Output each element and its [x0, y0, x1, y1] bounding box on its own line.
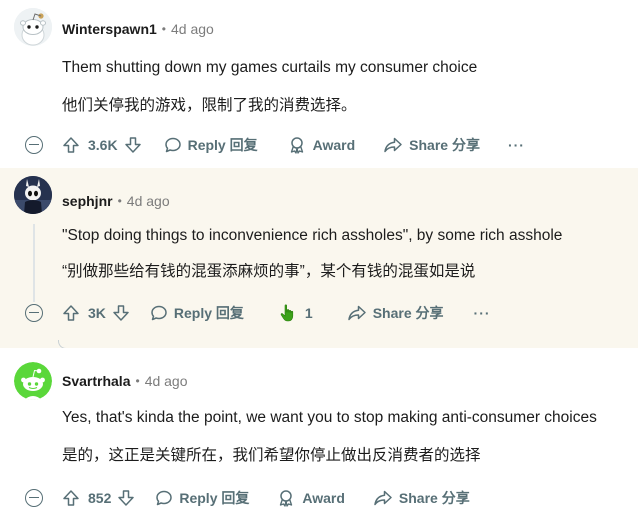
comment-body-zh: 是的，这正是关键所在，我们希望你停止做出反消费者的选择	[62, 447, 481, 464]
award-ribbon-icon	[290, 137, 303, 154]
reply-label: Reply 回复	[173, 305, 244, 321]
downvote-button[interactable]	[112, 304, 130, 322]
upvote-button[interactable]	[62, 136, 80, 154]
comment-age[interactable]: 4d ago	[127, 193, 170, 209]
award-label: Award	[312, 137, 356, 153]
reply-label: Reply 回复	[187, 137, 258, 153]
speech-bubble-icon	[151, 305, 167, 321]
comment-meta: sephjnr • 4d ago	[62, 193, 170, 209]
arrow-down-icon	[124, 137, 141, 153]
upvote-button[interactable]	[62, 489, 80, 507]
meta-separator: •	[135, 374, 140, 388]
comment-actions: 3K Reply 回复 1 Share 分享 ···	[62, 300, 491, 326]
comment-svartrhala: Svartrhala • 4d ago Yes, that's kinda th…	[0, 348, 638, 511]
arrow-up-icon	[63, 137, 79, 153]
collapse-minus-icon[interactable]	[25, 136, 43, 154]
collapse-minus-icon[interactable]	[25, 304, 43, 322]
vote-count: 852	[88, 490, 112, 506]
snoo-avatar-icon	[14, 8, 52, 46]
reply-button[interactable]: Reply 回复	[150, 303, 244, 323]
downvote-button[interactable]	[124, 136, 142, 154]
comment-thread: Winterspawn1 • 4d ago Them shutting down…	[0, 0, 638, 511]
more-options-button[interactable]: ···	[474, 305, 491, 321]
author-name[interactable]: Winterspawn1	[62, 21, 157, 37]
share-arrow-icon	[347, 305, 366, 321]
meta-separator: •	[161, 22, 166, 36]
collapse-minus-icon[interactable]	[25, 489, 43, 507]
comment-meta: Winterspawn1 • 4d ago	[62, 21, 214, 37]
reply-button[interactable]: Reply 回复	[155, 488, 249, 508]
upvote-button[interactable]	[62, 304, 80, 322]
share-label: Share 分享	[409, 137, 480, 153]
avatar[interactable]	[14, 176, 52, 214]
share-label: Share 分享	[398, 490, 470, 506]
downvote-button[interactable]	[117, 489, 135, 507]
share-label: Share 分享	[372, 305, 444, 321]
vote-count: 3.6K	[88, 137, 118, 153]
award-button[interactable]: Award	[277, 489, 345, 507]
award-count: 1	[304, 305, 313, 321]
vote-count: 3K	[88, 305, 106, 321]
comment-meta: Svartrhala • 4d ago	[62, 373, 188, 389]
award-button[interactable]: Award	[288, 136, 356, 154]
arrow-up-icon	[63, 305, 79, 321]
snoo-avatar-icon	[14, 362, 52, 400]
avatar[interactable]	[14, 8, 52, 46]
author-name[interactable]: Svartrhala	[62, 373, 130, 389]
arrow-up-icon	[63, 490, 79, 506]
award-label: Award	[302, 490, 345, 506]
comment-age[interactable]: 4d ago	[145, 373, 188, 389]
comment-winterspawn1: Winterspawn1 • 4d ago Them shutting down…	[0, 0, 638, 168]
thread-line[interactable]	[33, 224, 35, 302]
comment-body-en: "Stop doing things to inconvenience rich…	[62, 227, 563, 244]
share-arrow-icon	[374, 490, 392, 506]
comment-body-en: Them shutting down my games curtails my …	[62, 59, 478, 76]
comment-body-zh: 他们关停我的游戏，限制了我的消费选择。	[62, 97, 357, 114]
share-button[interactable]: Share 分享	[383, 135, 480, 155]
speech-bubble-icon	[156, 490, 173, 506]
share-button[interactable]: Share 分享	[373, 488, 470, 508]
award-ribbon-icon	[280, 490, 293, 507]
meta-separator: •	[117, 194, 122, 208]
comment-sephjnr: sephjnr • 4d ago "Stop doing things to i…	[0, 168, 638, 349]
comment-body-zh: “别做那些给有钱的混蛋添麻烦的事”，某个有钱的混蛋如是说	[62, 263, 476, 280]
comment-age[interactable]: 4d ago	[171, 21, 214, 37]
hand-award-icon	[280, 304, 294, 322]
more-options-button[interactable]: ···	[508, 137, 525, 153]
speech-bubble-icon	[164, 137, 181, 153]
arrow-down-icon	[118, 490, 135, 506]
share-arrow-icon	[384, 137, 402, 153]
avatar[interactable]	[14, 362, 52, 400]
comment-body-en: Yes, that's kinda the point, we want you…	[62, 409, 597, 426]
arrow-down-icon	[113, 305, 129, 321]
hollow-knight-avatar-icon	[14, 176, 52, 214]
reply-button[interactable]: Reply 回复	[164, 135, 258, 155]
award-button[interactable]: 1	[278, 303, 313, 323]
author-name[interactable]: sephjnr	[62, 193, 113, 209]
share-button[interactable]: Share 分享	[347, 303, 444, 323]
comment-actions: 852 Reply 回复 Award Share 分享	[62, 485, 470, 511]
comment-actions: 3.6K Reply 回复 Award Share 分享 ···	[62, 132, 525, 158]
reply-label: Reply 回复	[179, 490, 250, 506]
